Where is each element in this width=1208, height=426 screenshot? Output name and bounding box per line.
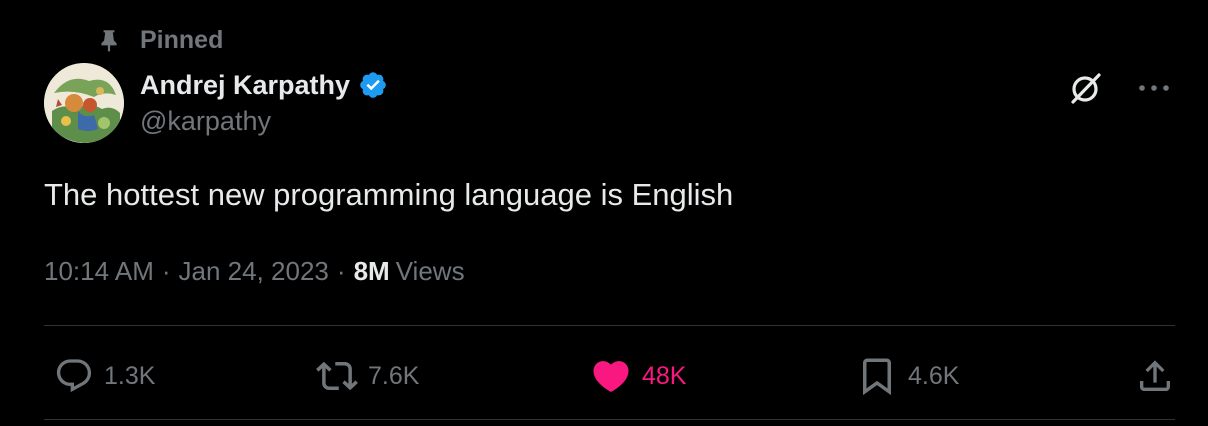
tweet-date[interactable]: Jan 24, 2023: [179, 256, 329, 287]
avatar[interactable]: [44, 63, 124, 143]
share-icon: [1135, 356, 1175, 396]
bookmark-button[interactable]: 4.6K: [856, 355, 959, 397]
divider: [44, 325, 1175, 326]
tweet-meta: 10:14 AM · Jan 24, 2023 · 8M Views: [44, 256, 465, 287]
retweet-button[interactable]: 7.6K: [316, 355, 419, 397]
views-count[interactable]: 8M: [354, 256, 390, 287]
pinned-label: Pinned: [140, 25, 224, 54]
bookmark-icon: [856, 355, 898, 397]
meta-separator: ·: [336, 256, 346, 286]
author-name-row[interactable]: Andrej Karpathy: [140, 66, 388, 104]
reply-count: 1.3K: [104, 361, 156, 390]
author-handle[interactable]: @karpathy: [140, 106, 271, 137]
retweet-icon: [316, 355, 358, 397]
tweet-time[interactable]: 10:14 AM: [44, 256, 154, 287]
meta-separator: ·: [161, 256, 171, 286]
tweet-top-actions: [1068, 70, 1174, 106]
more-horizontal-icon[interactable]: [1134, 70, 1174, 106]
tweet[interactable]: Pinned Andrej Karpathy @karpathy The hot…: [0, 0, 1208, 426]
bookmark-count: 4.6K: [908, 361, 960, 390]
tweet-text: The hottest new programming language is …: [44, 177, 734, 212]
verified-badge-icon[interactable]: [358, 70, 388, 100]
author-display-name[interactable]: Andrej Karpathy: [140, 70, 350, 101]
views-label[interactable]: Views: [396, 256, 465, 287]
divider: [44, 419, 1175, 420]
pin-icon: [96, 27, 122, 53]
reply-icon: [54, 356, 94, 396]
grok-icon[interactable]: [1068, 70, 1104, 106]
reply-button[interactable]: 1.3K: [54, 356, 155, 396]
tweet-action-bar: 1.3K 7.6K 48K 4.6K: [44, 352, 1175, 400]
share-button[interactable]: [1135, 356, 1175, 396]
like-button[interactable]: 48K: [590, 355, 686, 397]
pinned-indicator: Pinned: [96, 26, 223, 54]
retweet-count: 7.6K: [368, 361, 420, 390]
like-count: 48K: [642, 361, 687, 390]
heart-filled-icon: [590, 355, 632, 397]
